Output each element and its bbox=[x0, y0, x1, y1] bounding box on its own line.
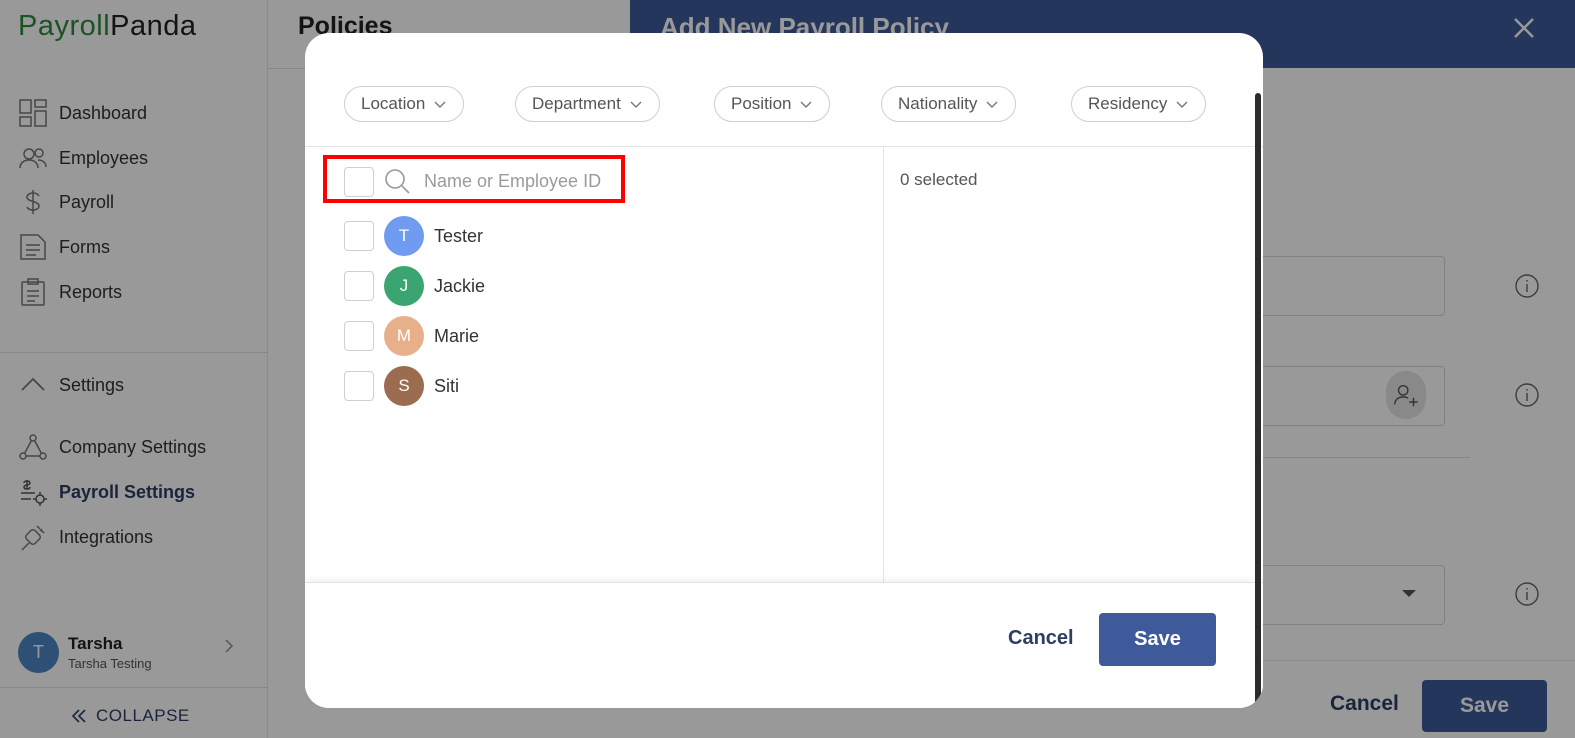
filter-bar: Location Department Position Nationality… bbox=[305, 33, 1263, 147]
employee-name: Marie bbox=[434, 325, 480, 346]
modal-save-button[interactable]: Save bbox=[1099, 613, 1216, 666]
select-all-checkbox[interactable] bbox=[344, 167, 374, 197]
modal-cancel-button[interactable]: Cancel bbox=[1008, 627, 1074, 650]
employee-checkbox[interactable] bbox=[344, 221, 374, 251]
employee-row-marie[interactable]: M Marie bbox=[344, 316, 479, 356]
chevron-down-icon bbox=[800, 101, 812, 108]
employee-row-siti[interactable]: S Siti bbox=[344, 366, 459, 406]
filter-label: Department bbox=[532, 94, 621, 113]
filter-label: Nationality bbox=[898, 94, 978, 113]
employee-row-tester[interactable]: T Tester bbox=[344, 216, 483, 256]
employee-row-jackie[interactable]: J Jackie bbox=[344, 266, 485, 306]
chevron-down-icon bbox=[1176, 101, 1188, 108]
avatar: T bbox=[384, 216, 424, 256]
employee-list-panel: T Tester bbox=[305, 147, 883, 582]
search-input[interactable] bbox=[424, 166, 614, 196]
filter-department[interactable]: Department bbox=[515, 86, 660, 122]
search-icon bbox=[385, 169, 410, 194]
filter-label: Location bbox=[361, 94, 426, 113]
chevron-down-icon bbox=[630, 101, 642, 108]
employee-name: Jackie bbox=[434, 275, 486, 296]
filter-residency[interactable]: Residency bbox=[1071, 86, 1207, 122]
avatar: J bbox=[384, 266, 424, 306]
employee-checkbox[interactable] bbox=[344, 321, 374, 351]
employee-name: Siti bbox=[434, 375, 460, 396]
employee-checkbox[interactable] bbox=[344, 371, 374, 401]
avatar: S bbox=[384, 366, 424, 406]
filter-nationality[interactable]: Nationality bbox=[881, 86, 1017, 122]
selected-panel: 0 selected bbox=[883, 147, 1255, 582]
avatar: M bbox=[384, 316, 424, 356]
chevron-down-icon bbox=[986, 101, 998, 108]
scrollbar[interactable] bbox=[1255, 93, 1261, 708]
selected-count: 0 selected bbox=[900, 170, 978, 189]
filter-location[interactable]: Location bbox=[344, 86, 465, 122]
filter-position[interactable]: Position bbox=[714, 86, 831, 122]
chevron-down-icon bbox=[434, 101, 446, 108]
filter-label: Position bbox=[731, 94, 792, 113]
employee-name: Tester bbox=[434, 225, 484, 246]
employee-checkbox[interactable] bbox=[344, 271, 374, 301]
filter-label: Residency bbox=[1088, 94, 1168, 113]
